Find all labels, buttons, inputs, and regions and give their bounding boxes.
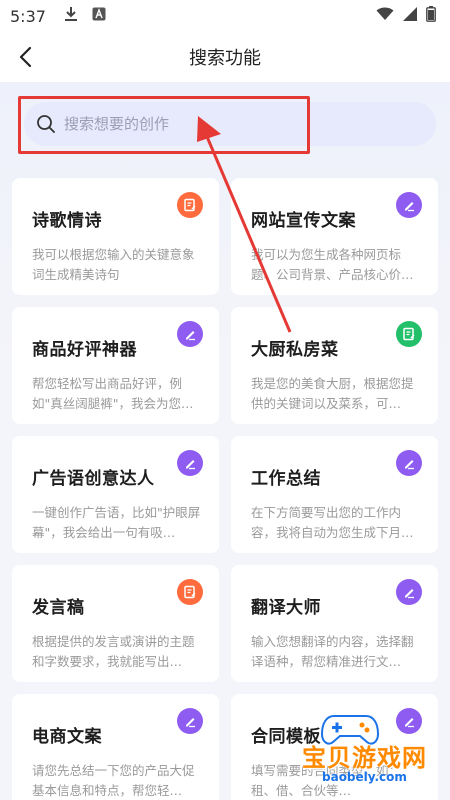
function-card[interactable]: 商品好评神器 帮您轻松写出商品好评，例如"真丝阔腿裤"，我会为您… xyxy=(12,307,219,424)
card-description: 在下方简要写出您的工作内容，我将自动为您生成下月… xyxy=(251,505,414,540)
content-area: 诗歌情诗 我可以根据您输入的关键意象词生成精美诗句 网站宣传文案 我可以为您生成… xyxy=(0,82,450,800)
note-icon xyxy=(396,321,422,347)
search-highlight-box xyxy=(18,96,310,154)
chevron-left-icon xyxy=(19,46,32,68)
card-description: 输入您想翻译的内容，选择翻译语种，帮您精准进行文… xyxy=(251,634,414,669)
back-button[interactable] xyxy=(10,42,40,72)
pen-icon xyxy=(396,192,422,218)
card-description: 我是您的美食大厨，根据您提供的关键词以及菜系，可… xyxy=(251,376,414,411)
page-title: 搜索功能 xyxy=(189,48,261,69)
function-card[interactable]: 广告语创意达人 一键创作广告语，比如"护眼屏幕"，我会给出一句有吸… xyxy=(12,436,219,553)
header: 搜索功能 xyxy=(0,32,450,82)
battery-icon xyxy=(426,6,436,26)
card-description: 我可以为您生成各种网页标题、公司背景、产品核心价… xyxy=(251,247,414,282)
status-bar: 5:37 xyxy=(0,0,450,32)
function-grid: 诗歌情诗 我可以根据您输入的关键意象词生成精美诗句 网站宣传文案 我可以为您生成… xyxy=(12,178,438,800)
function-card[interactable]: 电商文案 请您先总结一下您的产品大促基本信息和特点，帮您轻… xyxy=(12,694,219,800)
note-icon xyxy=(177,579,203,605)
card-description: 根据提供的发言或演讲的主题和字数要求，我就能写出… xyxy=(32,634,195,669)
function-card[interactable]: 网站宣传文案 我可以为您生成各种网页标题、公司背景、产品核心价… xyxy=(231,178,438,295)
card-description: 填写需要的合同类型，如：租、借、合伙等… xyxy=(251,763,402,798)
download-icon xyxy=(64,6,78,26)
signal-icon xyxy=(402,7,418,25)
note-icon xyxy=(177,192,203,218)
card-description: 我可以根据您输入的关键意象词生成精美诗句 xyxy=(32,247,195,282)
card-description: 请您先总结一下您的产品大促基本信息和特点，帮您轻… xyxy=(32,763,195,798)
function-card[interactable]: 工作总结 在下方简要写出您的工作内容，我将自动为您生成下月… xyxy=(231,436,438,553)
status-time: 5:37 xyxy=(10,6,46,26)
function-card[interactable]: 发言稿 根据提供的发言或演讲的主题和字数要求，我就能写出… xyxy=(12,565,219,682)
wifi-icon xyxy=(376,7,394,25)
card-description: 帮您轻松写出商品好评，例如"真丝阔腿裤"，我会为您… xyxy=(32,376,194,411)
card-description: 一键创作广告语，比如"护眼屏幕"，我会给出一句有吸… xyxy=(32,505,201,540)
function-card[interactable]: 翻译大师 输入您想翻译的内容，选择翻译语种，帮您精准进行文… xyxy=(231,565,438,682)
pen-icon xyxy=(177,708,203,734)
pen-icon xyxy=(396,450,422,476)
function-card[interactable]: 大厨私房菜 我是您的美食大厨，根据您提供的关键词以及菜系，可… xyxy=(231,307,438,424)
pen-icon xyxy=(177,321,203,347)
pen-icon xyxy=(396,579,422,605)
app-notification-icon xyxy=(92,7,106,25)
pen-icon xyxy=(396,708,422,734)
pen-icon xyxy=(177,450,203,476)
function-card[interactable]: 诗歌情诗 我可以根据您输入的关键意象词生成精美诗句 xyxy=(12,178,219,295)
function-card[interactable]: 合同模板 填写需要的合同类型，如：租、借、合伙等… xyxy=(231,694,438,800)
